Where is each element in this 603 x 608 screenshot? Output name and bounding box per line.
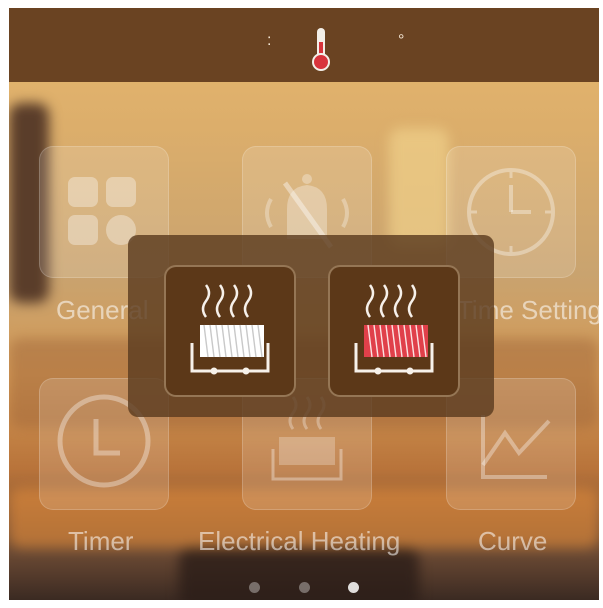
page-dot[interactable] (298, 582, 310, 593)
heating-on-button[interactable] (328, 265, 460, 397)
page-dot-active[interactable] (347, 582, 359, 593)
tile-label-curve: Curve (478, 526, 548, 556)
heating-off-button[interactable] (164, 265, 296, 397)
tile-label-timer: Timer (68, 526, 134, 556)
temperature-separator: : (267, 32, 272, 49)
status-header: : ° (9, 8, 599, 82)
heater-off-icon (190, 284, 270, 375)
page-dot[interactable] (249, 582, 261, 593)
degree-symbol: ° (398, 32, 405, 49)
thermometer-icon (312, 28, 330, 71)
page-indicator (9, 580, 599, 598)
device-screen: : ° General Time Setting Timer Electrica… (9, 8, 599, 600)
tile-label-electrical-heating: Electrical Heating (198, 526, 401, 556)
heater-on-icon (354, 284, 434, 375)
heating-mode-popup (128, 235, 494, 417)
